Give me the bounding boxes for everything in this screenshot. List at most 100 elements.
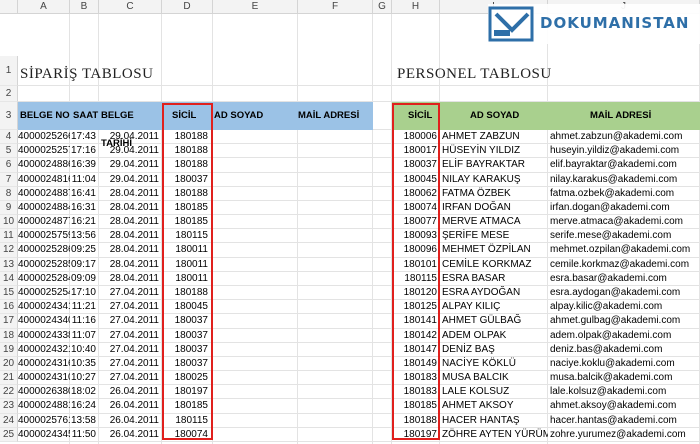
column-header-f[interactable]: F xyxy=(298,0,373,14)
ad-soyad-cell[interactable]: ADEM OLPAK xyxy=(440,329,548,343)
row-header-8[interactable]: 8 xyxy=(0,186,18,201)
mail-cell[interactable]: esra.aydogan@akademi.com xyxy=(548,286,700,300)
belge-no-cell[interactable]: 4000024887 xyxy=(18,187,70,201)
row-header-2[interactable]: 2 xyxy=(0,86,18,102)
mail-cell[interactable]: esra.basar@akademi.com xyxy=(548,272,700,286)
saat-cell[interactable]: 09:25 xyxy=(70,243,99,257)
belge-tarihi-cell[interactable]: 26.04.2011 xyxy=(99,428,162,442)
belge-tarihi-cell[interactable]: 28.04.2011 xyxy=(99,187,162,201)
row-header-19[interactable]: 19 xyxy=(0,342,18,357)
row-header-25[interactable]: 25 xyxy=(0,427,18,442)
row-header-23[interactable]: 23 xyxy=(0,399,18,414)
saat-cell[interactable]: 17:10 xyxy=(70,286,99,300)
saat-cell[interactable]: 18:02 xyxy=(70,385,99,399)
belge-no-cell[interactable]: 4000024321 xyxy=(18,343,70,357)
column-header-c[interactable]: C xyxy=(99,0,162,14)
saat-cell[interactable]: 16:39 xyxy=(70,158,99,172)
mail-cell[interactable]: merve.atmaca@akademi.com xyxy=(548,215,700,229)
row-header-5[interactable]: 5 xyxy=(0,144,18,159)
belge-no-cell[interactable]: 4000024310 xyxy=(18,371,70,385)
row-header-15[interactable]: 15 xyxy=(0,285,18,301)
belge-no-cell[interactable]: 4000025257 xyxy=(18,144,70,158)
belge-no-cell[interactable]: 4000024886 xyxy=(18,158,70,172)
column-header-e[interactable]: E xyxy=(213,0,298,14)
ad-soyad-cell[interactable]: AHMET ZABZUN xyxy=(440,130,548,144)
ad-soyad-cell[interactable]: ESRA BASAR xyxy=(440,272,548,286)
header-ad-soyad-left[interactable]: AD SOYAD xyxy=(214,102,274,130)
belge-tarihi-cell[interactable]: 28.04.2011 xyxy=(99,258,162,272)
mail-cell[interactable]: zohre.yurumez@akademi.com xyxy=(548,428,700,442)
ad-soyad-cell[interactable]: NACİYE KÖKLÜ xyxy=(440,357,548,371)
mail-cell[interactable]: huseyin.yildiz@akademi.com xyxy=(548,144,700,158)
belge-no-cell[interactable]: 4000025284 xyxy=(18,272,70,286)
belge-tarihi-cell[interactable]: 26.04.2011 xyxy=(99,385,162,399)
belge-tarihi-cell[interactable]: 28.04.2011 xyxy=(99,229,162,243)
belge-tarihi-cell[interactable]: 27.04.2011 xyxy=(99,371,162,385)
row-header-16[interactable]: 16 xyxy=(0,300,18,315)
belge-tarihi-cell[interactable]: 29.04.2011 xyxy=(99,158,162,172)
row-header-17[interactable]: 17 xyxy=(0,314,18,329)
ad-soyad-cell[interactable]: FATMA ÖZBEK xyxy=(440,187,548,201)
row-header-22[interactable]: 22 xyxy=(0,385,18,400)
mail-cell[interactable]: ahmet.aksoy@akademi.com xyxy=(548,399,700,413)
saat-cell[interactable]: 13:56 xyxy=(70,229,99,243)
row-header-6[interactable]: 6 xyxy=(0,158,18,173)
ad-soyad-cell[interactable]: MUSA BALCIK xyxy=(440,371,548,385)
saat-cell[interactable]: 10:35 xyxy=(70,357,99,371)
ad-soyad-cell[interactable]: MEHMET ÖZPİLAN xyxy=(440,243,548,257)
saat-cell[interactable]: 16:41 xyxy=(70,187,99,201)
belge-no-cell[interactable]: 4000025286 xyxy=(18,243,70,257)
mail-cell[interactable]: ahmet.zabzun@akademi.com xyxy=(548,130,700,144)
belge-no-cell[interactable]: 4000025254 xyxy=(18,286,70,300)
belge-tarihi-cell[interactable]: 27.04.2011 xyxy=(99,314,162,328)
ad-soyad-cell[interactable]: IRFAN DOĞAN xyxy=(440,201,548,215)
mail-cell[interactable]: serife.mese@akademi.com xyxy=(548,229,700,243)
belge-no-cell[interactable]: 4000024881 xyxy=(18,399,70,413)
saat-cell[interactable]: 11:16 xyxy=(70,314,99,328)
ad-soyad-cell[interactable]: AHMET AKSOY xyxy=(440,399,548,413)
row-header-18[interactable]: 18 xyxy=(0,328,18,343)
belge-no-cell[interactable]: 4000025759 xyxy=(18,229,70,243)
belge-tarihi-cell[interactable]: 27.04.2011 xyxy=(99,343,162,357)
saat-cell[interactable]: 16:24 xyxy=(70,399,99,413)
ad-soyad-cell[interactable]: ALPAY KILIÇ xyxy=(440,300,548,314)
saat-cell[interactable]: 11:50 xyxy=(70,428,99,442)
belge-no-cell[interactable]: 4000026380 xyxy=(18,385,70,399)
belge-no-cell[interactable]: 4000025266 xyxy=(18,130,70,144)
saat-cell[interactable]: 11:04 xyxy=(70,173,99,187)
belge-tarihi-cell[interactable]: 27.04.2011 xyxy=(99,329,162,343)
row-header-20[interactable]: 20 xyxy=(0,356,18,372)
mail-cell[interactable]: fatma.ozbek@akademi.com xyxy=(548,187,700,201)
belge-tarihi-cell[interactable]: 26.04.2011 xyxy=(99,414,162,428)
mail-cell[interactable]: alpay.kilic@akademi.com xyxy=(548,300,700,314)
row-header-11[interactable]: 11 xyxy=(0,229,18,244)
spreadsheet[interactable]: ABCDEFGHIJ 12345678910111213141516171819… xyxy=(0,0,700,444)
ad-soyad-cell[interactable]: ELİF BAYRAKTAR xyxy=(440,158,548,172)
belge-no-cell[interactable]: 4000024341 xyxy=(18,300,70,314)
header-belge-no[interactable]: BELGE NO xyxy=(20,102,70,130)
belge-tarihi-cell[interactable]: 28.04.2011 xyxy=(99,215,162,229)
header-mail-right[interactable]: MAİL ADRESİ xyxy=(590,102,660,130)
mail-cell[interactable]: cemile.korkmaz@akademi.com xyxy=(548,258,700,272)
ad-soyad-cell[interactable]: HÜSEYİN YILDIZ xyxy=(440,144,548,158)
select-all-corner[interactable] xyxy=(0,0,18,14)
ad-soyad-cell[interactable]: MERVE ATMACA xyxy=(440,215,548,229)
mail-cell[interactable]: mehmet.ozpilan@akademi.com xyxy=(548,243,700,257)
saat-cell[interactable]: 09:17 xyxy=(70,258,99,272)
belge-tarihi-cell[interactable]: 27.04.2011 xyxy=(99,286,162,300)
belge-no-cell[interactable]: 4000024877 xyxy=(18,215,70,229)
belge-tarihi-cell[interactable]: 28.04.2011 xyxy=(99,243,162,257)
row-header-1[interactable]: 1 xyxy=(0,56,18,86)
header-belge-tarihi[interactable]: BELGE TARİHİ xyxy=(101,102,165,149)
column-header-d[interactable]: D xyxy=(162,0,213,14)
ad-soyad-cell[interactable]: ŞERİFE MESE xyxy=(440,229,548,243)
row-header-10[interactable]: 10 xyxy=(0,215,18,230)
belge-tarihi-cell[interactable]: 27.04.2011 xyxy=(99,357,162,371)
mail-cell[interactable]: naciye.koklu@akademi.com xyxy=(548,357,700,371)
ad-soyad-cell[interactable]: DENİZ BAŞ xyxy=(440,343,548,357)
belge-no-cell[interactable]: 4000024816 xyxy=(18,173,70,187)
row-header-3[interactable]: 3 xyxy=(0,102,18,130)
saat-cell[interactable]: 10:40 xyxy=(70,343,99,357)
header-ad-soyad-right[interactable]: AD SOYAD xyxy=(470,102,530,130)
belge-tarihi-cell[interactable]: 26.04.2011 xyxy=(99,399,162,413)
